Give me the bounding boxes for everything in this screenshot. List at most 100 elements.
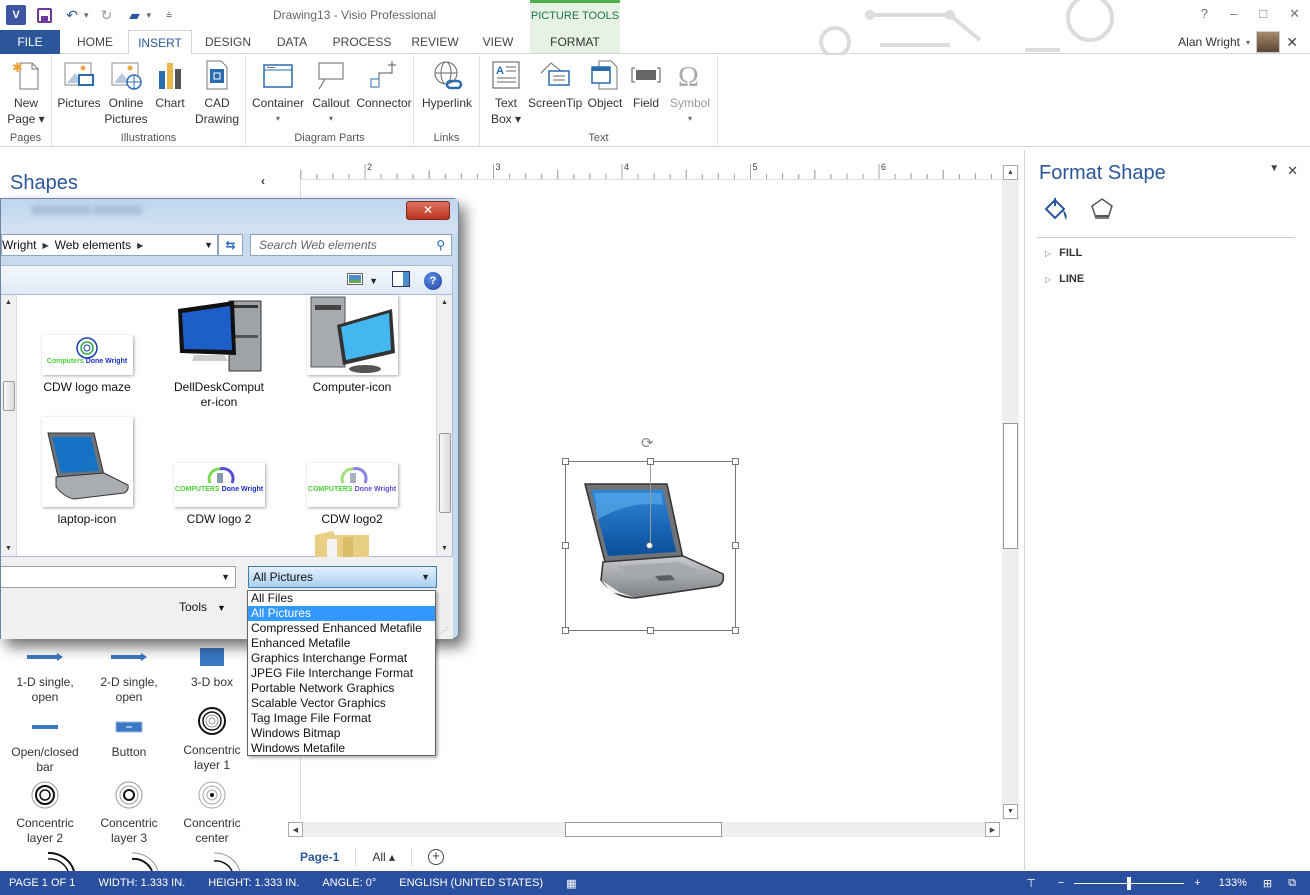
file-item[interactable]: laptop-icon: [32, 417, 142, 527]
horizontal-scrollbar[interactable]: ◀ ▶: [288, 822, 1000, 837]
file-type-option[interactable]: Graphics Interchange Format: [248, 651, 435, 666]
tab-file[interactable]: FILE: [0, 30, 60, 54]
hyperlink-button[interactable]: Hyperlink: [418, 59, 476, 111]
file-list-scrollbar[interactable]: ▲ ▼: [436, 295, 452, 556]
search-icon[interactable]: ⚲: [436, 238, 445, 252]
pin-handle[interactable]: [646, 542, 653, 549]
help-icon[interactable]: ?: [424, 271, 442, 290]
fill-section[interactable]: ▷ FILL: [1045, 247, 1082, 259]
file-type-option[interactable]: JPEG File Interchange Format: [248, 666, 435, 681]
tab-process[interactable]: PROCESS: [324, 30, 400, 54]
minimize-button[interactable]: –: [1230, 6, 1237, 22]
undo-icon[interactable]: ↶: [62, 5, 82, 25]
tab-review[interactable]: REVIEW: [404, 30, 466, 54]
file-type-option[interactable]: Enhanced Metafile: [248, 636, 435, 651]
change-view-icon[interactable]: [347, 273, 364, 288]
presentation-icon[interactable]: ▰: [125, 5, 145, 25]
save-icon[interactable]: [34, 5, 54, 25]
status-height[interactable]: HEIGHT: 1.333 IN.: [208, 877, 299, 889]
file-type-option[interactable]: Portable Network Graphics: [248, 681, 435, 696]
dialog-close-button[interactable]: ✕: [406, 201, 450, 220]
pictures-button[interactable]: Pictures: [56, 59, 102, 111]
screentip-button[interactable]: ScreenTip: [528, 59, 582, 111]
callout-button[interactable]: Callout ▾: [306, 59, 356, 127]
stencil-button[interactable]: Button: [89, 713, 169, 760]
visio-logo-icon[interactable]: V: [6, 5, 26, 25]
search-input[interactable]: Search Web elements ⚲: [250, 234, 452, 256]
file-type-select[interactable]: All Pictures ▼: [248, 566, 437, 588]
breadcrumb-separator-icon[interactable]: ▶: [42, 241, 48, 250]
stencil-3d-box[interactable]: 3-D box: [172, 643, 252, 690]
resize-handle-nw[interactable]: [562, 458, 569, 465]
view-dropdown-icon[interactable]: ▼: [369, 276, 378, 286]
breadcrumb-separator-icon[interactable]: ▶: [137, 241, 143, 250]
stencil-concentric-center[interactable]: Concentric center: [172, 778, 252, 846]
macro-record-icon[interactable]: ▦: [566, 877, 576, 890]
folder-icon[interactable]: [313, 531, 371, 560]
tools-button[interactable]: Tools ▼: [179, 600, 226, 614]
stencil-open-closed-bar[interactable]: Open/closed bar: [5, 713, 85, 775]
presentation-mode-icon[interactable]: ⊤: [1026, 877, 1036, 890]
scroll-left-icon[interactable]: ◀: [288, 822, 303, 837]
tab-data[interactable]: DATA: [264, 30, 320, 54]
tab-design[interactable]: DESIGN: [194, 30, 262, 54]
new-page-button[interactable]: ✱ New Page ▾: [4, 59, 48, 127]
filename-input[interactable]: ▼: [1, 566, 236, 588]
resize-handle-e[interactable]: [732, 542, 739, 549]
address-bar[interactable]: Wright ▶ Web elements ▶ ▼: [1, 234, 218, 256]
maximize-button[interactable]: □: [1259, 6, 1267, 22]
file-list-scroll-thumb[interactable]: [439, 433, 451, 513]
zoom-slider-thumb[interactable]: [1127, 876, 1132, 890]
status-angle[interactable]: ANGLE: 0°: [322, 877, 376, 889]
presentation-dropdown-icon[interactable]: ▾: [147, 10, 152, 21]
object-button[interactable]: Object: [584, 59, 626, 111]
undo-dropdown-icon[interactable]: ▾: [84, 10, 89, 21]
tab-home[interactable]: HOME: [62, 30, 128, 54]
scroll-up-icon[interactable]: ▲: [441, 299, 448, 306]
switch-windows-icon[interactable]: ⧉: [1288, 877, 1296, 890]
scroll-right-icon[interactable]: ▶: [985, 822, 1000, 837]
scroll-up-icon[interactable]: ▲: [1003, 165, 1018, 180]
collapse-shapes-icon[interactable]: ‹: [261, 174, 265, 188]
fit-page-icon[interactable]: ⊞: [1263, 877, 1272, 890]
scroll-down-icon[interactable]: ▼: [441, 545, 448, 552]
refresh-icon[interactable]: ⇆: [218, 234, 243, 256]
chart-button[interactable]: Chart: [150, 59, 190, 111]
horizontal-scroll-thumb[interactable]: [565, 822, 722, 837]
filename-dropdown-icon[interactable]: ▼: [221, 572, 230, 582]
zoom-in-icon[interactable]: +: [1194, 877, 1200, 889]
stencil-concentric-layer-2[interactable]: Concentric layer 2: [5, 778, 85, 846]
status-page[interactable]: PAGE 1 OF 1: [9, 877, 75, 889]
preview-pane-icon[interactable]: [392, 271, 410, 290]
zoom-level[interactable]: 133%: [1219, 877, 1247, 889]
field-button[interactable]: Field: [628, 59, 664, 111]
text-box-button[interactable]: A Text Box ▾: [484, 59, 528, 127]
close-document-icon[interactable]: ✕: [1286, 34, 1298, 51]
file-item[interactable]: COMPUTERS Done Wright CDW logo2: [297, 463, 407, 527]
file-type-option[interactable]: Windows Metafile: [248, 741, 435, 756]
file-item[interactable]: Computer-icon: [297, 295, 407, 395]
panel-options-icon[interactable]: ▼: [1269, 163, 1279, 179]
scroll-down-icon[interactable]: ▼: [5, 545, 12, 552]
stencil-1d-single-open[interactable]: 1-D single, open: [5, 643, 85, 705]
page-tab-page-1[interactable]: Page-1: [300, 850, 339, 864]
status-language[interactable]: ENGLISH (UNITED STATES): [399, 877, 543, 889]
breadcrumb-item[interactable]: Web elements: [55, 238, 131, 252]
file-type-option[interactable]: Tag Image File Format: [248, 711, 435, 726]
stencil-concentric-layer-3[interactable]: Concentric layer 3: [89, 778, 169, 846]
file-type-option[interactable]: All Files: [248, 591, 435, 606]
scroll-up-icon[interactable]: ▲: [5, 299, 12, 306]
file-type-dropdown-icon[interactable]: ▼: [421, 572, 430, 582]
add-page-icon[interactable]: +: [428, 849, 445, 865]
line-section[interactable]: ▷ LINE: [1045, 273, 1084, 285]
file-type-option[interactable]: Scalable Vector Graphics: [248, 696, 435, 711]
resize-handle-sw[interactable]: [562, 627, 569, 634]
user-name[interactable]: Alan Wright: [1178, 35, 1240, 49]
stencil-2d-single-open[interactable]: 2-D single, open: [89, 643, 169, 705]
all-pages-tab[interactable]: All ▴: [372, 850, 395, 864]
status-width[interactable]: WIDTH: 1.333 IN.: [98, 877, 185, 889]
resize-handle-ne[interactable]: [732, 458, 739, 465]
close-window-button[interactable]: ✕: [1289, 6, 1300, 22]
resize-handle-w[interactable]: [562, 542, 569, 549]
resize-handle-s[interactable]: [647, 627, 654, 634]
